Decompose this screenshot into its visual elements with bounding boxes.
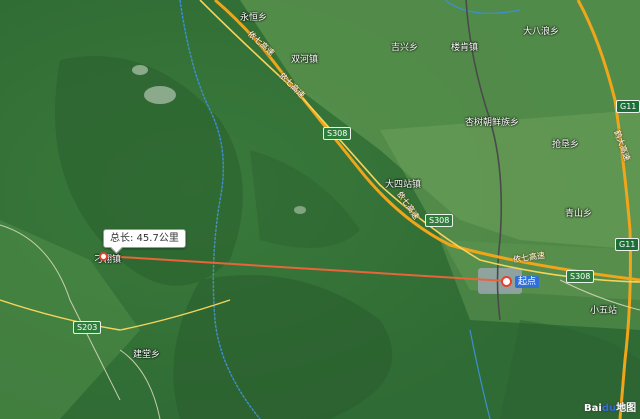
shield-s308-east: S308 xyxy=(566,270,595,283)
label-qingshan: 青山乡 xyxy=(565,209,593,219)
terrain-layer xyxy=(0,0,640,419)
shield-s308-north: S308 xyxy=(323,127,352,140)
label-dabaxiang: 大八浪乡 xyxy=(523,27,560,37)
satellite-map[interactable]: 永恒乡 双河镇 吉兴乡 楼肯镇 大八浪乡 杏树朝鲜族乡 抢垦乡 大四站镇 青山乡… xyxy=(0,0,640,419)
label-qiangguan: 抢垦乡 xyxy=(552,140,580,150)
baidu-map-watermark: Baidu地图 xyxy=(584,399,636,414)
label-louxingxiang: 楼肯镇 xyxy=(451,43,479,53)
shield-g11-south: G11 xyxy=(615,238,640,251)
watermark-suffix: 地图 xyxy=(616,403,637,414)
shield-s308-mid: S308 xyxy=(425,214,454,227)
start-point-marker[interactable] xyxy=(501,276,512,287)
start-point-label: 起点 xyxy=(515,276,540,288)
label-yonghengxiang: 永恒乡 xyxy=(240,13,268,23)
label-shuanghezhen: 双河镇 xyxy=(291,55,319,65)
paw-icon: du xyxy=(601,403,617,414)
shield-g11-north: G11 xyxy=(616,100,640,113)
label-jianbao: 建堂乡 xyxy=(133,350,161,360)
label-xingshu: 杏树朝鲜族乡 xyxy=(465,118,520,128)
watermark-text: Bai xyxy=(584,403,602,414)
end-point-marker[interactable] xyxy=(99,252,108,261)
distance-tooltip: 总长: 45.7公里 xyxy=(103,229,186,248)
shield-s203: S203 xyxy=(73,321,102,334)
label-jixingxiang: 吉兴乡 xyxy=(391,43,419,53)
label-xiaowuzhan: 小五站 xyxy=(590,306,618,316)
